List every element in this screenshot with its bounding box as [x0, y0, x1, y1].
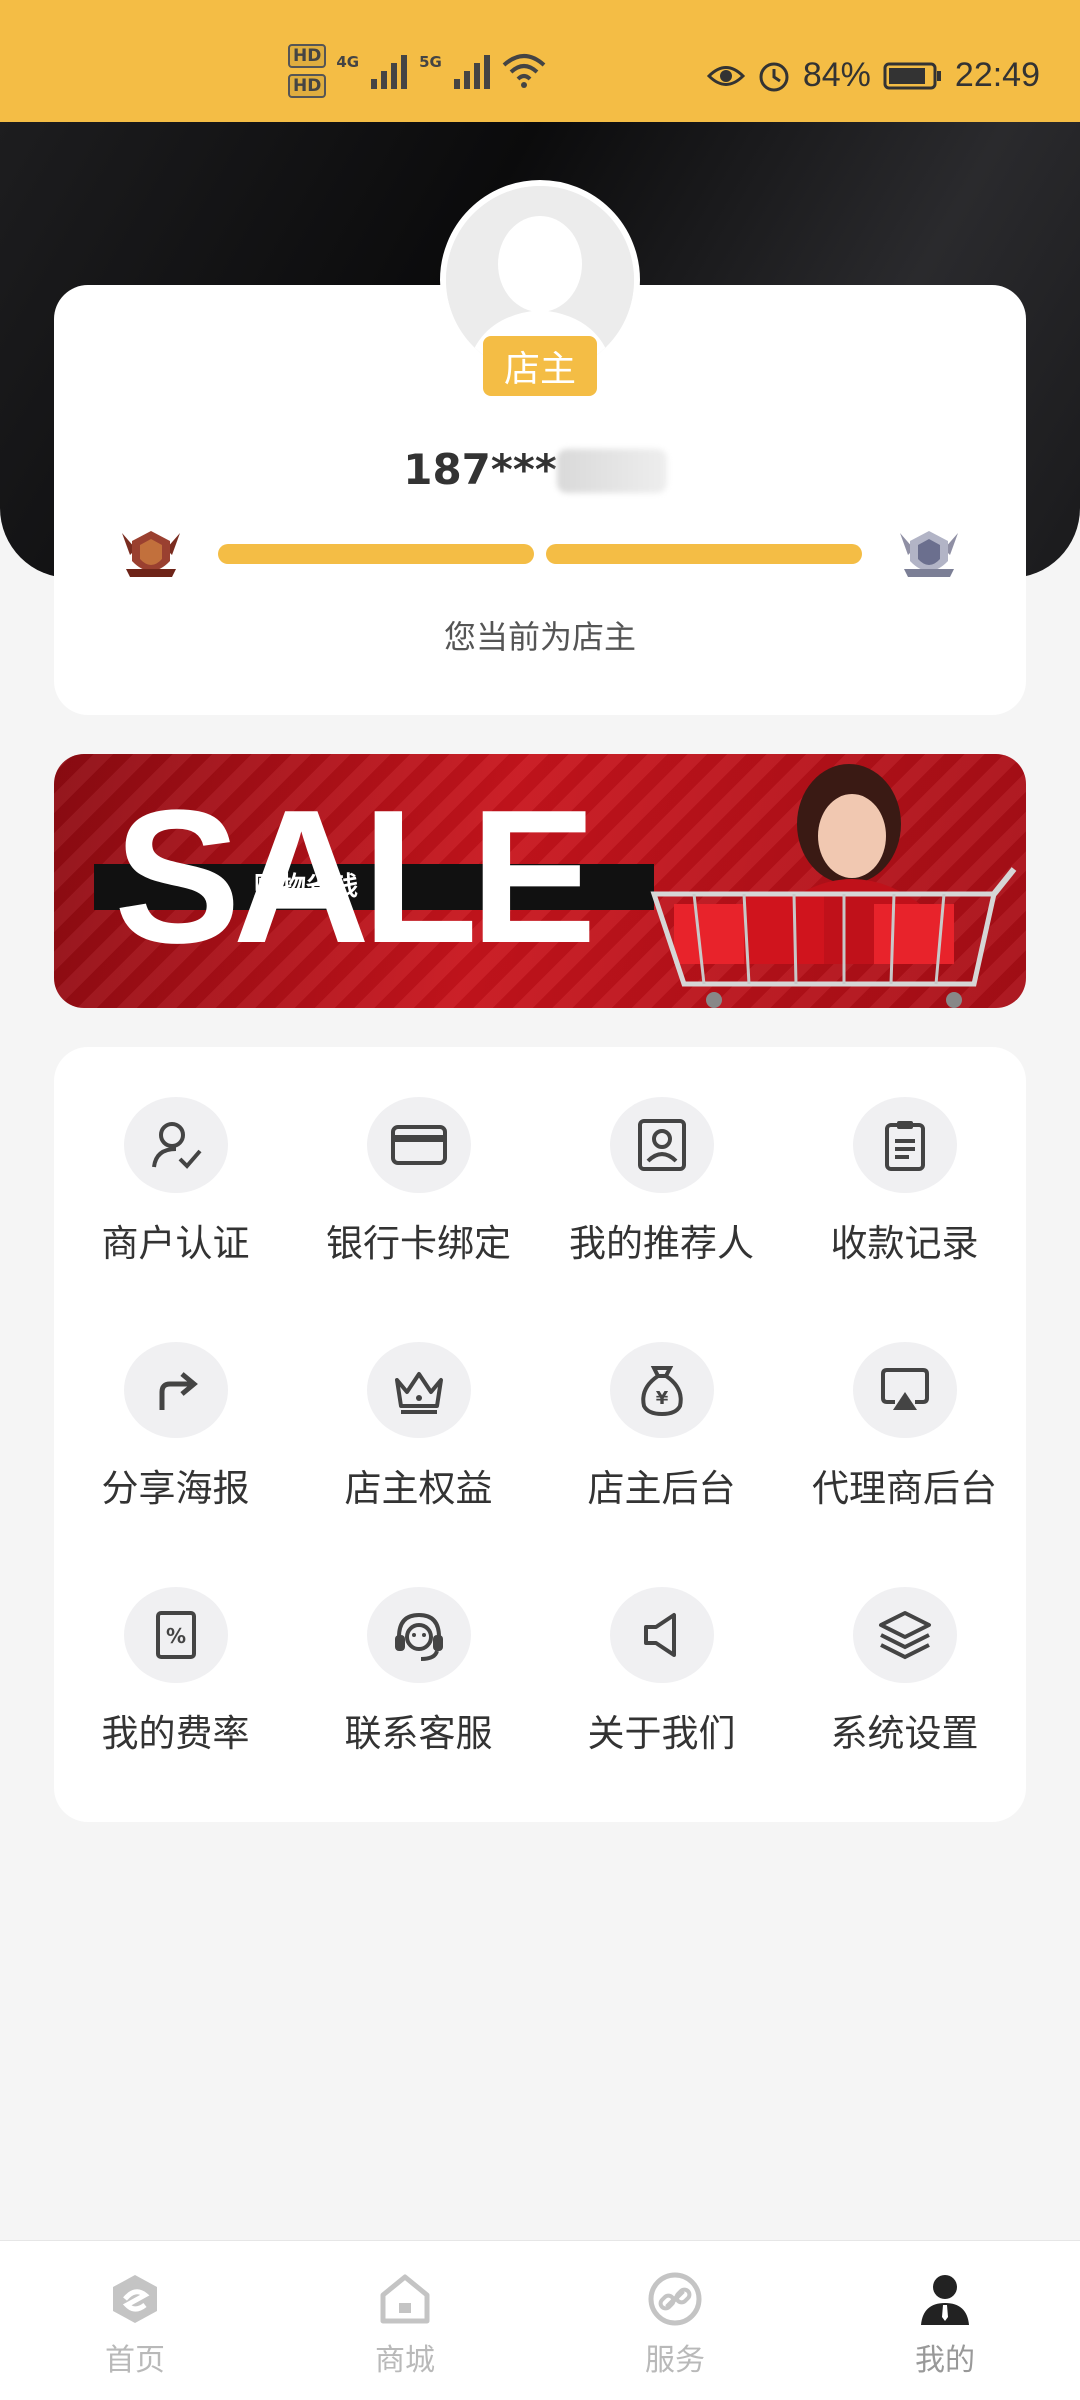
- menu-item-payment-records[interactable]: 收款记录: [783, 1047, 1026, 1267]
- menu-grid-card: 商户认证 银行卡绑定 我的推荐人 收款记录 分享海报 店主权益 ¥ 店主后台 代…: [54, 1047, 1026, 1822]
- menu-icon-bg: %: [123, 1587, 228, 1683]
- promo-banner[interactable]: SALE 购物省钱: [54, 754, 1026, 1008]
- battery-percent: 84%: [802, 56, 871, 94]
- menu-item-about-us[interactable]: 关于我们: [540, 1537, 783, 1757]
- menu-item-share-poster[interactable]: 分享海报: [54, 1292, 297, 1512]
- menu-item-my-rate[interactable]: % 我的费率: [54, 1537, 297, 1757]
- phone-redaction: [556, 449, 667, 493]
- menu-icon-bg: [366, 1587, 471, 1683]
- menu-item-owner-benefits[interactable]: 店主权益: [297, 1292, 540, 1512]
- menu-icon-bg: [852, 1342, 957, 1438]
- svg-text:%: %: [165, 1624, 185, 1648]
- menu-icon-bg: [852, 1097, 957, 1193]
- status-left-group: HD HD 4G 5G: [288, 44, 546, 98]
- menu-label: 收款记录: [830, 1222, 979, 1265]
- nav-tab-home[interactable]: 首页: [0, 2241, 270, 2400]
- menu-icon-bg: [852, 1587, 957, 1683]
- menu-label: 我的推荐人: [569, 1222, 754, 1265]
- menu-label: 联系客服: [344, 1712, 493, 1755]
- nav-tab-service[interactable]: 服务: [540, 2241, 810, 2400]
- menu-icon-bg: [123, 1097, 228, 1193]
- banner-subtitle: 购物省钱: [254, 872, 359, 902]
- eye-icon: [706, 65, 745, 86]
- menu-icon-bg: [366, 1097, 471, 1193]
- menu-item-agent-backend[interactable]: 代理商后台: [783, 1292, 1026, 1512]
- signal-icon: [371, 55, 408, 89]
- speaker-icon: [643, 1613, 676, 1657]
- headset-icon: [394, 1612, 443, 1661]
- nav-tab-mine[interactable]: 我的: [810, 2241, 1080, 2400]
- menu-label: 代理商后台: [812, 1467, 997, 1510]
- menu-item-my-referrer[interactable]: 我的推荐人: [540, 1047, 783, 1267]
- layers-icon: [878, 1611, 931, 1660]
- shopping-cart-illustration: [650, 764, 1017, 1008]
- crown-icon: [394, 1372, 443, 1414]
- status-bar: HD HD 4G 5G 84% 22:49: [0, 0, 1080, 122]
- svg-text:¥: ¥: [655, 1388, 668, 1409]
- phone-number: 187***: [403, 445, 557, 494]
- store-icon: [380, 2274, 430, 2324]
- menu-icon-bg: [366, 1342, 471, 1438]
- menu-icon-bg: [123, 1342, 228, 1438]
- person-icon: [921, 2275, 969, 2325]
- alarm-icon: [759, 62, 789, 91]
- status-right-group: 84% 22:49: [706, 56, 1040, 95]
- menu-label: 关于我们: [587, 1712, 736, 1755]
- menu-label: 分享海报: [101, 1467, 250, 1510]
- phone-row: 187***: [0, 445, 1080, 494]
- airplay-icon: [880, 1368, 929, 1410]
- clipboard-icon: [884, 1121, 925, 1171]
- hd-indicators: HD HD: [288, 44, 327, 98]
- money-bag-icon: ¥: [640, 1366, 683, 1417]
- referrer-icon: [637, 1119, 686, 1171]
- hd-badge-1: HD: [288, 44, 327, 68]
- menu-label: 银行卡绑定: [326, 1222, 511, 1265]
- bank-card-icon: [390, 1125, 447, 1165]
- nav-label: 我的: [915, 2343, 975, 2378]
- user-phone: 187***: [403, 445, 677, 494]
- silver-rank-icon: [900, 531, 958, 577]
- signal-icon: [453, 55, 490, 89]
- menu-label: 商户认证: [101, 1222, 250, 1265]
- nav-label: 首页: [105, 2343, 165, 2378]
- hd-badge-2: HD: [288, 74, 327, 98]
- clock-time: 22:49: [954, 56, 1040, 94]
- nav-label: 服务: [645, 2343, 705, 2378]
- share-arrow-icon: [159, 1372, 198, 1410]
- menu-icon-bg: ¥: [609, 1342, 714, 1438]
- percent-doc-icon: %: [155, 1611, 196, 1659]
- level-progress-bar-1: [218, 544, 534, 564]
- level-progress-bar-2: [546, 544, 862, 564]
- menu-item-system-settings[interactable]: 系统设置: [783, 1537, 1026, 1757]
- menu-icon-bg: [609, 1587, 714, 1683]
- menu-label: 系统设置: [830, 1712, 979, 1755]
- menu-item-merchant-verification[interactable]: 商户认证: [54, 1047, 297, 1267]
- user-check-icon: [151, 1122, 202, 1169]
- network-5g-label: 5G: [419, 53, 442, 71]
- network-4g-label: 4G: [336, 53, 360, 71]
- menu-icon-bg: [609, 1097, 714, 1193]
- nav-label: 商城: [375, 2343, 435, 2378]
- nav-tab-mall[interactable]: 商城: [270, 2241, 540, 2400]
- bottom-nav-bar: 首页 商城 服务 我的: [0, 2240, 1080, 2400]
- bronze-rank-icon: [122, 531, 180, 577]
- menu-item-owner-backend[interactable]: ¥ 店主后台: [540, 1292, 783, 1512]
- menu-label: 店主权益: [344, 1467, 493, 1510]
- menu-item-contact-support[interactable]: 联系客服: [297, 1537, 540, 1757]
- link-icon: [648, 2272, 702, 2326]
- current-level-text: 您当前为店主: [443, 618, 636, 656]
- role-badge: 店主: [483, 336, 597, 396]
- menu-label: 我的费率: [101, 1712, 250, 1755]
- menu-item-bank-card[interactable]: 银行卡绑定: [297, 1047, 540, 1267]
- wifi-icon: [502, 54, 546, 88]
- home-logo-icon: [113, 2275, 157, 2323]
- battery-icon: [883, 62, 941, 89]
- menu-label: 店主后台: [587, 1467, 736, 1510]
